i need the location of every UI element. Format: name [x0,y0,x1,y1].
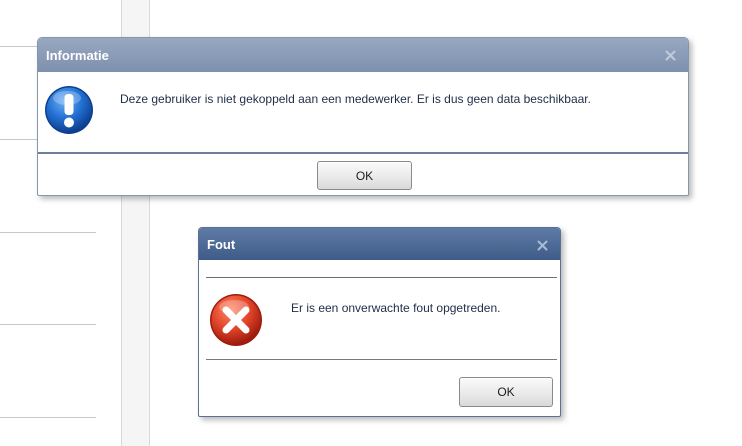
dialog-message: Er is een onverwachte fout opgetreden. [291,301,501,315]
close-icon[interactable] [665,50,676,61]
error-dialog: Fout Er is een onverwachte fout opgetred… [198,227,561,417]
dialog-header: Fout [199,228,560,260]
error-icon [208,292,264,348]
dialog-divider [38,152,688,154]
ok-button[interactable]: OK [317,161,412,190]
close-icon[interactable] [537,240,548,251]
dialog-title: Informatie [46,48,109,63]
dialog-title: Fout [207,237,236,252]
info-icon [43,84,95,136]
info-dialog: Informatie Deze gebruiker is niet gekopp… [37,37,689,196]
dialog-header: Informatie [38,38,688,72]
list-divider [0,232,96,233]
dialog-divider [206,277,557,278]
list-divider [0,324,96,325]
dialog-divider [206,359,557,360]
list-divider [0,417,96,418]
ok-button[interactable]: OK [459,377,553,407]
dialog-message: Deze gebruiker is niet gekoppeld aan een… [120,92,591,106]
